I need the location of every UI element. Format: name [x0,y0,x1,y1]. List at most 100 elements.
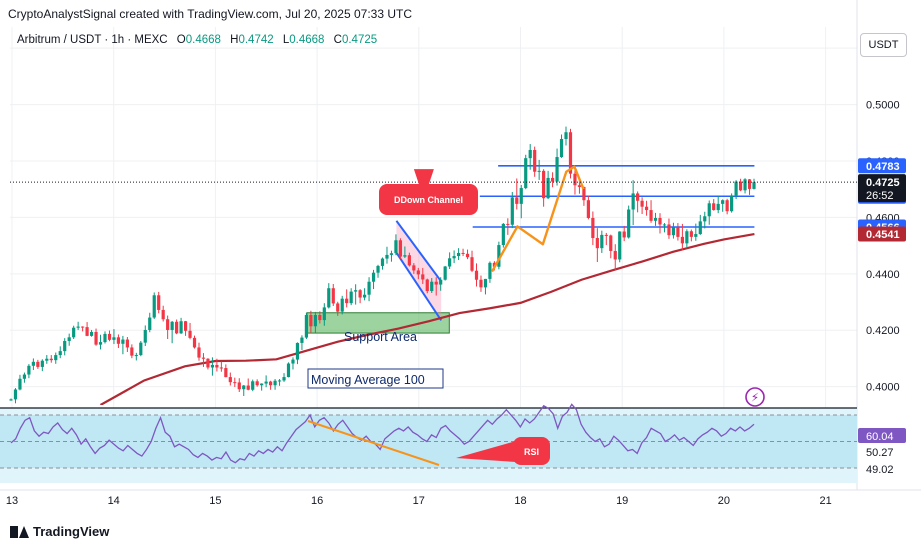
candle-body [524,158,528,189]
candle-body [671,227,676,236]
candle-body [134,355,138,357]
candle-body [219,367,223,369]
candle-body [188,330,192,338]
candle-body [260,383,264,386]
open-label: O [176,34,186,46]
candle-body [662,224,667,226]
candle-body [354,290,358,292]
candle-body [595,238,599,249]
candle-body [412,265,416,271]
candle-body [161,309,165,320]
candle-body [367,281,371,295]
candle-body [609,235,613,251]
candle-body [752,182,756,189]
rsi-value-label: 49.02 [866,464,894,476]
candle-body [618,231,622,260]
price-chart[interactable]: 0.52000.50000.48000.46000.44000.42000.40… [0,0,921,550]
candle-body [636,193,640,201]
candle-body [166,319,170,330]
candle-body [703,216,707,222]
rsi-label: RSI [524,447,539,457]
date-tick-label: 17 [413,495,425,507]
candle-body [94,331,98,345]
chart-header-title: CryptoAnalystSignal created with Trading… [8,7,412,21]
candle-body [676,227,680,237]
date-tick-label: 16 [311,495,323,507]
price-tick-label: 0.4400 [866,269,900,281]
candle-body [362,294,367,298]
candle-body [452,256,456,259]
candle-body [519,188,523,204]
candle-body [255,381,259,386]
support-area-label: Support Area [344,330,417,344]
close-value: 0.4725 [341,34,378,46]
date-tick-label: 15 [209,495,221,507]
candle-body [721,200,725,204]
candle-body [242,385,246,390]
date-tick-label: 18 [514,495,526,507]
candle-body [398,240,403,257]
candle-body [510,197,514,225]
tradingview-brand-text: TradingView [33,524,110,539]
candle-body [555,157,559,182]
candle-body [49,358,53,361]
candle-body [130,347,134,356]
current-price-label: 0.4725 [866,177,900,189]
candle-body [13,389,18,400]
candle-body [76,326,80,328]
candle-body [443,266,447,280]
candle-body [139,342,143,356]
candle-body [734,181,738,196]
candle-body [107,333,112,340]
candle-body [277,380,282,382]
candle-body [327,288,331,308]
open-value: 0.4668 [185,34,221,46]
candle-body [116,337,121,344]
candle-body [322,307,326,321]
candle-body [358,290,362,298]
lightning-glyph: ⚡ [751,391,759,405]
price-tick-label: 0.4200 [866,325,900,337]
candle-body [295,342,300,360]
candle-body [170,321,174,330]
candle-body [537,170,541,172]
candle-body [385,254,389,259]
candle-body [577,185,582,187]
candle-body [389,253,394,255]
candle-body [573,173,577,186]
candle-body [304,315,309,338]
candle-body [291,359,295,364]
candle-body [269,381,273,386]
candle-body [72,327,76,338]
candle-body [627,209,631,238]
candle-body [331,288,335,304]
candle-body [380,258,385,266]
moving-average-label: Moving Average 100 [311,373,425,387]
candle-body [631,193,635,210]
candle-body [31,361,35,366]
candle-body [506,223,510,225]
candle-body [206,358,210,368]
candle-body [371,272,376,282]
candle-body [425,279,429,292]
price-tick-label: 0.5000 [866,100,900,112]
candle-body [228,377,232,383]
tradingview-logo-icon [10,525,29,538]
candle-body [430,281,434,292]
currency-button[interactable]: USDT [860,33,907,57]
date-tick-label: 20 [718,495,730,507]
candle-body [416,270,420,275]
candle-body [465,253,470,258]
tradingview-logo[interactable]: TradingView [10,524,109,539]
candle-body [738,181,743,191]
symbol-name[interactable]: Arbitrum / USDT · 1h · MEXC [17,34,168,46]
candle-body [98,342,103,345]
candle-body [586,200,590,218]
date-tick-label: 13 [6,495,18,507]
candle-body [439,279,443,285]
candle-body [474,270,479,280]
candle-body [54,355,58,361]
candle-body [201,357,206,359]
candle-body [40,360,44,367]
candle-body [264,381,268,384]
